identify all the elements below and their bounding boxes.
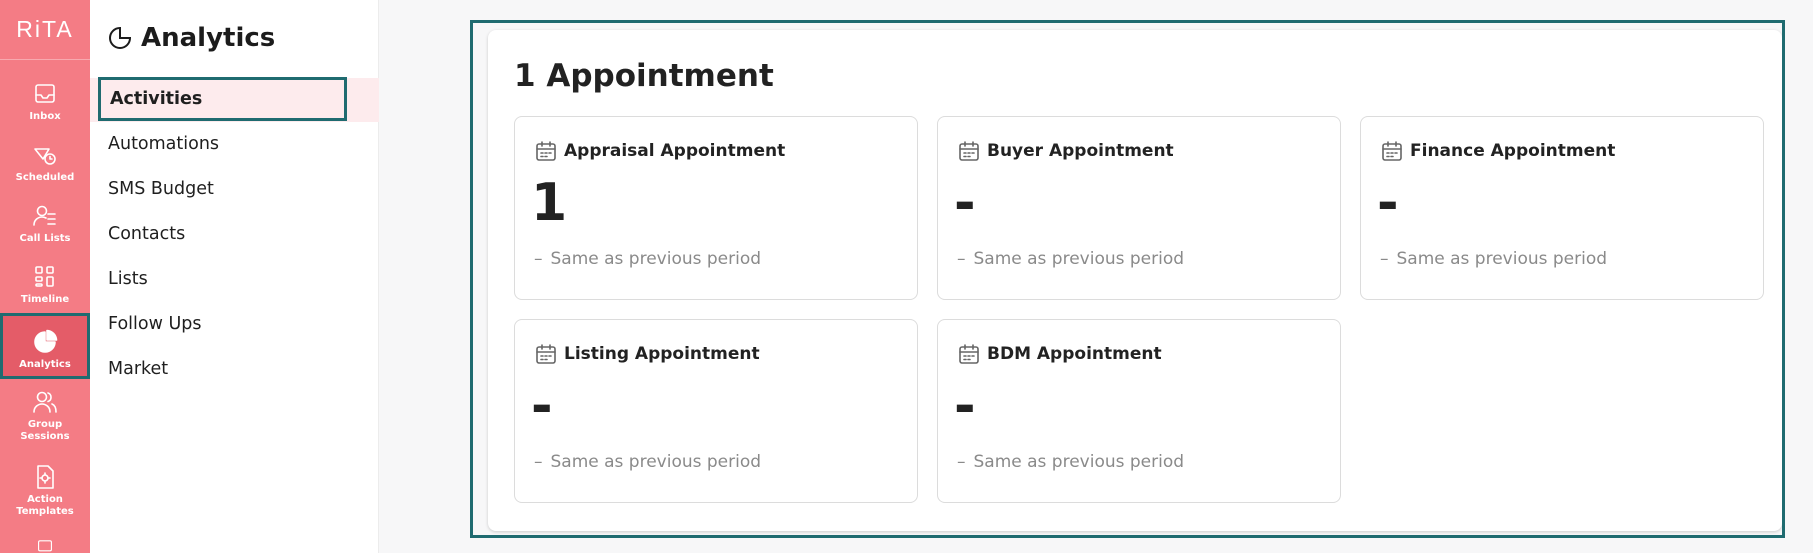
rail-item-label: Timeline [20,294,70,305]
rail-item-label: Group Sessions [20,419,70,442]
scheduled-icon [34,148,56,165]
subnav-item-automations[interactable]: Automations [108,129,219,159]
rail-item-label: Call Lists [19,233,71,244]
rail-item-analytics[interactable]: Analytics [0,313,90,379]
subnav-title: Analytics [107,20,275,56]
main-panel-highlight-outline [470,20,1785,538]
subnav-item-follow-ups[interactable]: Follow Ups [108,309,202,339]
analytics-subnav: Analytics Activities Automations SMS Bud… [90,0,379,553]
app-root: RiTA Inbox Scheduled Call Lists Timeline… [0,0,1813,553]
rita-logo[interactable]: RiTA [0,0,90,60]
rail-item-label: Scheduled [15,172,75,183]
pie-chart-icon [34,329,58,353]
subnav-item-lists[interactable]: Lists [108,264,148,294]
rail-item-more[interactable] [0,538,90,553]
timeline-icon [35,266,54,287]
action-templates-icon [37,465,54,489]
subnav-item-market[interactable]: Market [108,354,168,384]
rail-item-scheduled[interactable]: Scheduled [0,141,90,187]
rail-item-group-sessions[interactable]: Group Sessions [0,388,90,446]
rail-item-label: Analytics [19,359,71,370]
rail-item-action-templates[interactable]: Action Templates [0,463,90,521]
rail-item-label: Inbox [29,111,61,122]
rail-item-label: Action Templates [16,494,74,517]
subnav-item-contacts[interactable]: Contacts [108,219,185,249]
pie-chart-outline-icon [109,26,132,49]
group-sessions-icon [33,391,57,413]
subnav-item-sms-budget[interactable]: SMS Budget [108,174,214,204]
subnav-item-activities[interactable]: Activities [98,77,347,121]
inbox-icon [35,84,55,103]
left-rail: RiTA Inbox Scheduled Call Lists Timeline… [0,0,90,553]
rail-item-call-lists[interactable]: Call Lists [0,202,90,248]
message-icon [38,540,52,552]
subnav-title-text: Analytics [141,23,276,53]
call-lists-icon [33,205,56,226]
rail-item-timeline[interactable]: Timeline [0,263,90,309]
rail-item-inbox[interactable]: Inbox [0,80,90,126]
